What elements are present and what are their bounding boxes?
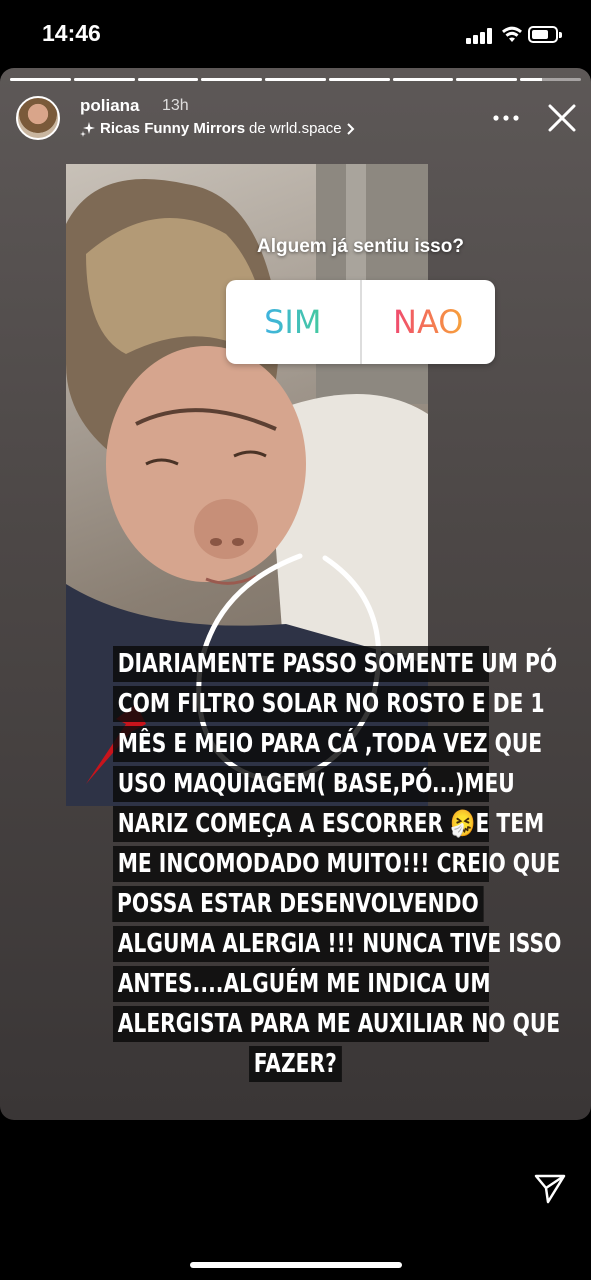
- caption-line: POSSA ESTAR DESENVOLVENDO: [112, 886, 484, 922]
- progress-segment: [392, 78, 454, 81]
- filter-by: de wrld.space: [249, 120, 342, 137]
- progress-segment: [328, 78, 390, 81]
- caption-line: ANTES....ALGUÉM ME INDICA UM: [113, 966, 491, 1002]
- chevron-right-icon: [346, 122, 355, 135]
- story-caption: DIARIAMENTE PASSO SOMENTE UM PÓ COM FILTR…: [60, 646, 561, 1086]
- sparkles-icon: [80, 121, 95, 137]
- progress-segment: [265, 78, 326, 81]
- caption-line: ALGUMA ALERGIA !!! NUNCA TIVE ISSO: [113, 926, 561, 962]
- story-username[interactable]: poliana: [80, 96, 140, 116]
- progress-segment: [520, 78, 582, 81]
- caption-line: MÊS E MEIO PARA CÁ ,TODA VEZ QUE: [113, 726, 542, 762]
- filter-name: Ricas Funny Mirrors: [100, 120, 246, 137]
- more-options-icon[interactable]: [492, 108, 522, 128]
- progress-segment: [10, 78, 71, 81]
- poll-option-yes-label: SIM: [264, 303, 322, 341]
- story-age: 13h: [162, 97, 189, 114]
- progress-segment: [137, 78, 199, 81]
- cellular-signal-icon: [466, 28, 494, 44]
- status-bar: 14:46: [0, 0, 591, 70]
- poll-sticker[interactable]: SIM NAO: [226, 280, 495, 364]
- caption-line: FAZER?: [248, 1046, 342, 1082]
- status-time: 14:46: [42, 20, 101, 46]
- progress-segment: [73, 78, 135, 81]
- progress-segment: [201, 78, 263, 81]
- avatar[interactable]: [16, 96, 60, 140]
- poll-option-no-label: NAO: [393, 303, 464, 341]
- story-viewer[interactable]: poliana 13h Ricas Funny Mirrors de wrld.…: [0, 68, 591, 1120]
- caption-line: USO MAQUIAGEM( BASE,PÓ...)MEU: [113, 766, 515, 802]
- caption-line: ME INCOMODADO MUITO!!! CREIO QUE: [113, 846, 560, 882]
- battery-icon: [528, 26, 562, 43]
- poll-question: Alguem já sentiu isso?: [257, 236, 464, 257]
- caption-line: NARIZ COMEÇA A ESCORRER 🤧E TEM: [113, 806, 544, 842]
- home-indicator[interactable]: [190, 1262, 402, 1268]
- send-icon[interactable]: [532, 1170, 568, 1206]
- poll-option-yes[interactable]: SIM: [226, 280, 360, 364]
- progress-segment: [456, 78, 518, 81]
- caption-line: COM FILTRO SOLAR NO ROSTO E DE 1: [113, 686, 545, 722]
- story-progress-bar: [10, 78, 582, 81]
- poll-option-no[interactable]: NAO: [362, 280, 496, 364]
- caption-line: DIARIAMENTE PASSO SOMENTE UM PÓ: [113, 646, 557, 682]
- caption-line: ALERGISTA PARA ME AUXILIAR NO QUE: [113, 1006, 560, 1042]
- wifi-icon: [502, 26, 522, 42]
- close-icon[interactable]: [544, 100, 580, 136]
- filter-attribution[interactable]: Ricas Funny Mirrors de wrld.space: [80, 120, 356, 137]
